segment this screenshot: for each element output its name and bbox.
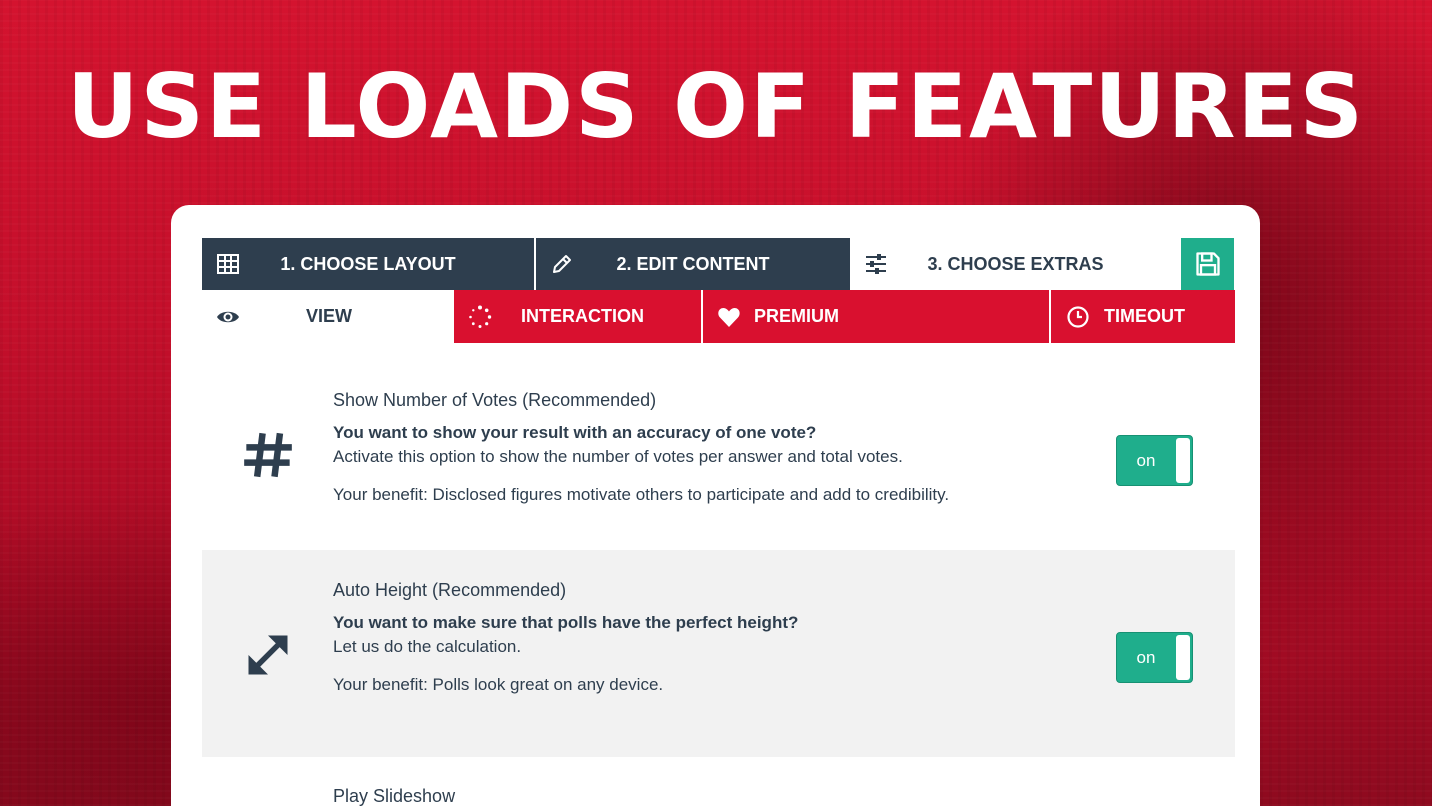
- option-question: You want to make sure that polls have th…: [333, 613, 799, 632]
- step-choose-layout[interactable]: 1. CHOOSE LAYOUT: [202, 238, 536, 290]
- step-edit-content[interactable]: 2. EDIT CONTENT: [536, 238, 850, 290]
- tab-timeout[interactable]: TIMEOUT: [1051, 290, 1235, 343]
- step-bar: 1. CHOOSE LAYOUT 2. EDIT CONTENT 3. CHOO…: [202, 238, 1235, 290]
- toggle-state: on: [1136, 648, 1156, 667]
- heart-icon: [718, 308, 740, 327]
- option-description: Activate this option to show the number …: [333, 447, 903, 466]
- option-benefit: Your benefit: Polls look great on any de…: [333, 675, 664, 694]
- option-title: Auto Height (Recommended): [333, 580, 567, 600]
- hash-icon: [244, 432, 292, 478]
- toggle-show-votes[interactable]: on: [1116, 435, 1193, 486]
- option-benefit: Your benefit: Disclosed figures motivate…: [333, 485, 950, 504]
- save-icon: [1195, 252, 1220, 276]
- tab-interaction[interactable]: INTERACTION: [454, 290, 703, 343]
- option-title: Show Number of Votes (Recommended): [333, 390, 657, 410]
- tab-label: INTERACTION: [521, 306, 644, 326]
- option-question: You want to show your result with an acc…: [333, 423, 817, 442]
- tab-label: PREMIUM: [754, 306, 839, 326]
- step-label: 2. EDIT CONTENT: [616, 253, 770, 274]
- tab-premium[interactable]: PREMIUM: [703, 290, 1051, 343]
- editor-card: 1. CHOOSE LAYOUT 2. EDIT CONTENT 3. CHOO…: [171, 205, 1260, 806]
- eye-icon: [217, 311, 239, 323]
- sliders-icon: [866, 254, 886, 274]
- step-choose-extras[interactable]: 3. CHOOSE EXTRAS: [850, 238, 1181, 290]
- clock-icon: [1067, 306, 1089, 328]
- toggle-knob: [1176, 438, 1190, 483]
- option-play-slideshow: Play Slideshow: [202, 757, 1235, 806]
- tab-label: TIMEOUT: [1104, 306, 1185, 326]
- table-icon: [217, 254, 239, 274]
- toggle-auto-height[interactable]: on: [1116, 632, 1193, 683]
- sub-tab-bar: VIEW INTERACTION PREMIUM TIMEOUT: [202, 290, 1235, 343]
- toggle-state: on: [1136, 451, 1156, 470]
- step-label: 1. CHOOSE LAYOUT: [280, 253, 456, 274]
- step-label: 3. CHOOSE EXTRAS: [927, 253, 1104, 274]
- resize-arrows-icon: [248, 635, 288, 675]
- save-button[interactable]: [1181, 238, 1234, 290]
- headline: USE LOADS OF FEATURES: [67, 55, 1365, 158]
- spinner-icon: [469, 305, 492, 328]
- option-description: Let us do the calculation.: [333, 637, 522, 656]
- option-title: Play Slideshow: [333, 786, 456, 806]
- pencil-icon: [553, 255, 571, 273]
- tab-view[interactable]: VIEW: [202, 290, 454, 343]
- tab-label: VIEW: [306, 306, 353, 326]
- option-show-votes: Show Number of Votes (Recommended) You w…: [202, 343, 1235, 550]
- toggle-knob: [1176, 635, 1190, 680]
- option-auto-height: Auto Height (Recommended) You want to ma…: [202, 550, 1235, 757]
